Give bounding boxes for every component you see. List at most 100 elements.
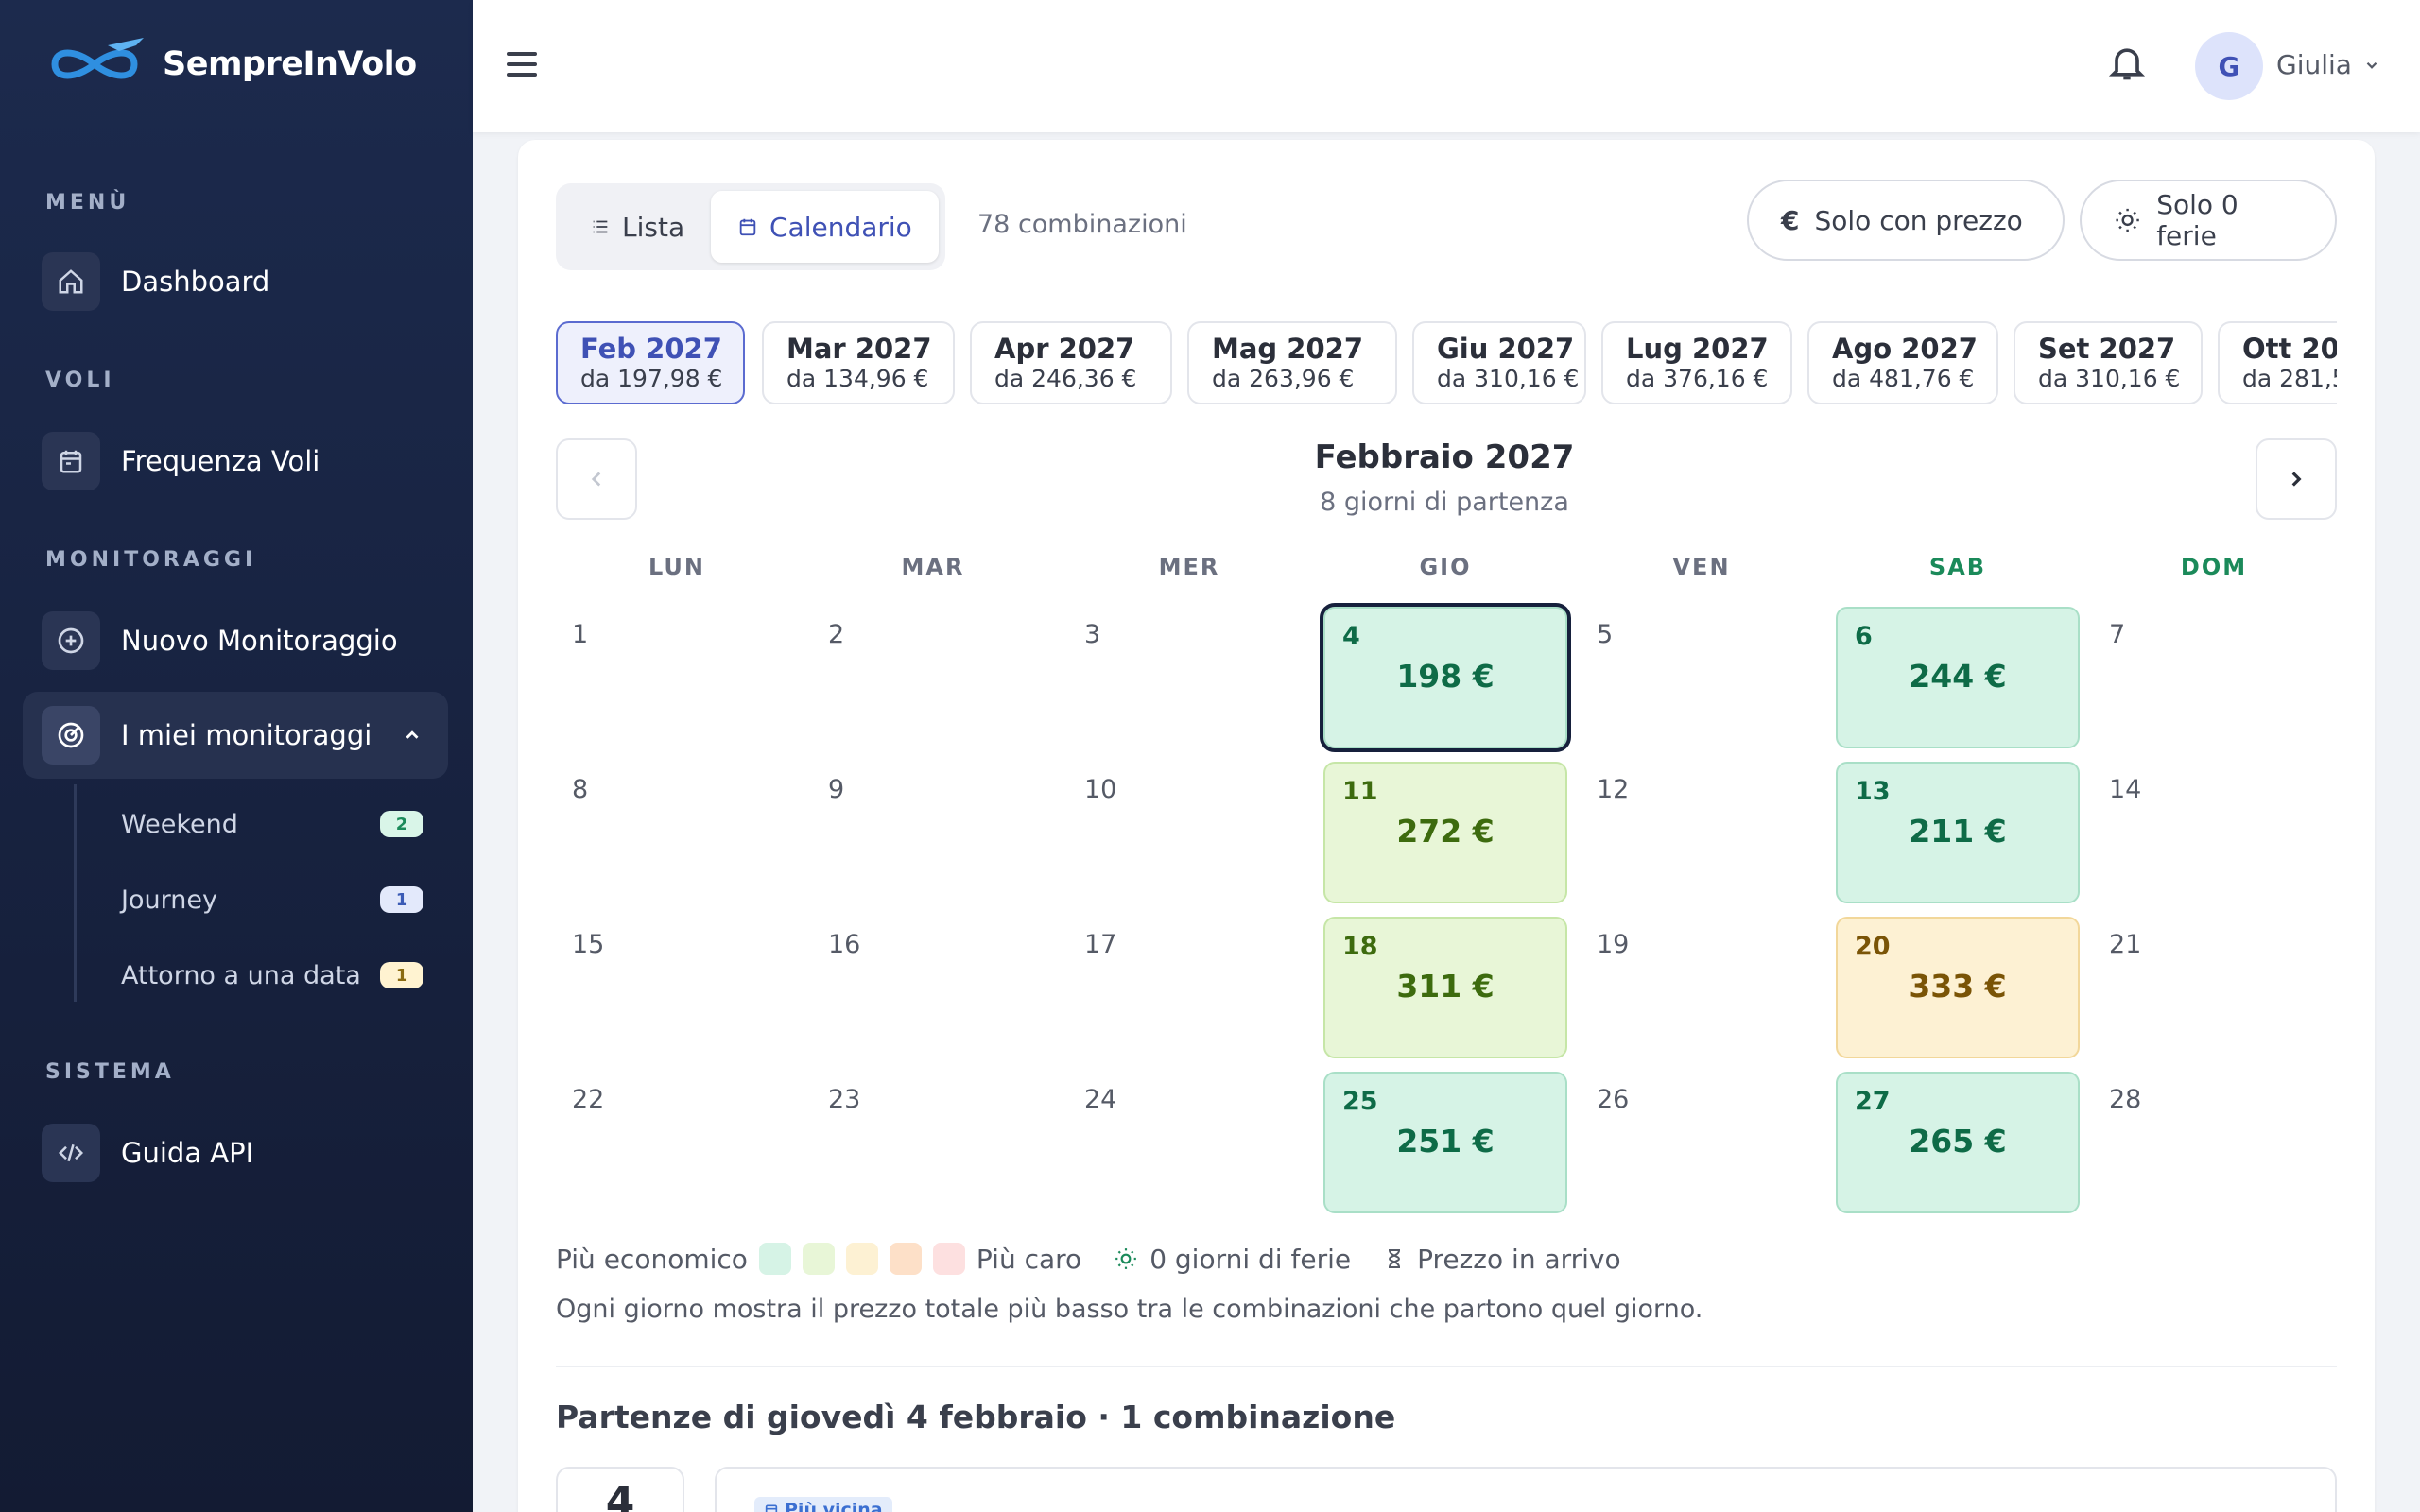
nearest-tag: Più vicina: [754, 1497, 892, 1512]
day-price: 211 €: [1909, 813, 2007, 850]
hamburger-menu-icon[interactable]: [505, 47, 539, 81]
section-label-sistema: SISTEMA: [45, 1060, 175, 1084]
legend-cheaper-label: Più economico: [556, 1243, 748, 1275]
avatar[interactable]: G: [2195, 32, 2263, 100]
legend-swatch: [889, 1243, 922, 1275]
filter-zero-leave-button[interactable]: Solo 0 ferie: [2080, 180, 2337, 261]
chevron-right-icon: [2291, 472, 2302, 487]
month-name: Apr 2027: [994, 333, 1135, 365]
bell-icon[interactable]: [2106, 42, 2148, 83]
month-name: Mag 2027: [1212, 333, 1363, 365]
day-number: 25: [1342, 1087, 1378, 1116]
day-number: 26: [1597, 1085, 1630, 1114]
sidebar-subitem-label: Journey: [121, 885, 217, 915]
departure-date-box: 4: [556, 1467, 684, 1512]
calendar-day-priced[interactable]: 11 272 €: [1323, 762, 1567, 903]
calendar-icon: [765, 1504, 778, 1512]
calendar-day-priced[interactable]: 4 198 €: [1320, 603, 1571, 752]
calendar-day: 15: [555, 917, 799, 1058]
month-tab[interactable]: Feb 2027 da 197,98 €: [556, 321, 745, 404]
view-list-label: Lista: [622, 211, 685, 243]
legend-swatch: [802, 1243, 835, 1275]
sidebar-item-label: Nuovo Monitoraggio: [121, 625, 398, 657]
day-number: 23: [828, 1085, 861, 1114]
legend-note: Ogni giorno mostra il prezzo totale più …: [556, 1295, 1703, 1324]
month-tab[interactable]: Mar 2027 da 134,96 €: [762, 321, 955, 404]
sidebar-item-miei-monitoraggi[interactable]: I miei monitoraggi: [23, 692, 448, 779]
legend-swatch: [932, 1243, 965, 1275]
nearest-tag-label: Più vicina: [785, 1500, 883, 1512]
next-month-button[interactable]: [2256, 438, 2337, 520]
departure-card[interactable]: Più vicina: [715, 1467, 2337, 1512]
month-tab[interactable]: Set 2027 da 310,16 €: [2014, 321, 2203, 404]
departures-title: Partenze di giovedì 4 febbraio · 1 combi…: [556, 1399, 1396, 1435]
section-label-menu: MENÙ: [45, 191, 130, 215]
prev-month-button[interactable]: [556, 438, 637, 520]
home-icon: [42, 252, 100, 311]
chevron-up-icon[interactable]: [399, 722, 425, 748]
month-tab[interactable]: Ott 2027da 281,56 €: [2218, 321, 2337, 404]
chevron-down-icon: [2366, 61, 2377, 69]
sun-icon: [2116, 208, 2139, 232]
combinations-count: 78 combinazioni: [977, 210, 1187, 239]
code-icon: [42, 1124, 100, 1182]
calendar-day-priced[interactable]: 20 333 €: [1836, 917, 2080, 1058]
calendar-subtitle: 8 giorni di partenza: [1320, 488, 1569, 517]
day-number: 20: [1855, 932, 1891, 961]
calendar-day-priced[interactable]: 27 265 €: [1836, 1072, 2080, 1213]
day-number: 3: [1084, 620, 1101, 649]
filter-price-only-label: Solo con prezzo: [1814, 204, 2023, 236]
month-tab[interactable]: Apr 2027 da 246,36 €: [970, 321, 1172, 404]
day-number: 22: [572, 1085, 605, 1114]
day-number: 8: [572, 775, 589, 804]
sidebar-item-dashboard[interactable]: Dashboard: [23, 238, 448, 325]
brand[interactable]: SempreInVolo: [38, 32, 417, 96]
sidebar-item-label: Dashboard: [121, 266, 270, 298]
day-number: 14: [2109, 775, 2142, 804]
user-menu[interactable]: Giulia: [2276, 49, 2380, 80]
month-name: Mar 2027: [786, 333, 932, 365]
day-number: 10: [1084, 775, 1117, 804]
view-list-button[interactable]: Lista: [563, 191, 711, 263]
calendar-day-priced[interactable]: 6 244 €: [1836, 607, 2080, 748]
list-icon: [593, 220, 608, 233]
section-label-monitoraggi: MONITORAGGI: [45, 548, 257, 572]
sidebar-subitem[interactable]: Weekend 2: [121, 796, 424, 852]
sidebar-subitem[interactable]: Attorno a una data 1: [121, 947, 424, 1004]
filter-price-only-button[interactable]: € Solo con prezzo: [1747, 180, 2065, 261]
day-number: 27: [1855, 1087, 1891, 1116]
calendar-icon: [42, 432, 100, 490]
month-price: da 246,36 €: [994, 365, 1137, 392]
month-name: Lug 2027: [1626, 333, 1769, 365]
calendar-title: Febbraio 2027: [1314, 438, 1575, 476]
brand-name: SempreInVolo: [163, 45, 417, 83]
view-calendar-button[interactable]: Calendario: [711, 191, 939, 263]
sidebar-item-nuovo-monitoraggio[interactable]: Nuovo Monitoraggio: [23, 597, 448, 684]
day-price: 251 €: [1396, 1123, 1495, 1160]
calendar-day-priced[interactable]: 13 211 €: [1836, 762, 2080, 903]
sidebar-item-frequenza[interactable]: Frequenza Voli: [23, 418, 448, 505]
calendar-day: 12: [1580, 762, 1824, 903]
sidebar-item-guida-api[interactable]: Guida API: [23, 1109, 448, 1196]
sidebar-subitem[interactable]: Journey 1: [121, 871, 424, 928]
day-number: 21: [2109, 930, 2142, 959]
month-name: Set 2027: [2038, 333, 2176, 365]
calendar-day: 8: [555, 762, 799, 903]
sidebar-item-label: Guida API: [121, 1137, 254, 1169]
month-tab[interactable]: Ago 2027 da 481,76 €: [1807, 321, 1998, 404]
month-tab[interactable]: Giu 2027 da 310,16 €: [1412, 321, 1586, 404]
legend-swatch: [758, 1243, 791, 1275]
month-name: Ott 2027: [2242, 333, 2337, 365]
calendar-day-priced[interactable]: 25 251 €: [1323, 1072, 1567, 1213]
hourglass-icon: [1389, 1249, 1401, 1268]
calendar-day: 28: [2092, 1072, 2336, 1213]
month-tab[interactable]: Mag 2027 da 263,96 €: [1187, 321, 1397, 404]
calendar-day: 22: [555, 1072, 799, 1213]
sidebar-subitem-label: Weekend: [121, 809, 238, 839]
legend-swatch: [845, 1243, 878, 1275]
calendar-day: 7: [2092, 607, 2336, 748]
month-tab[interactable]: Lug 2027 da 376,16 €: [1601, 321, 1792, 404]
calendar-day-priced[interactable]: 18 311 €: [1323, 917, 1567, 1058]
day-number: 12: [1597, 775, 1630, 804]
month-name: Giu 2027: [1437, 333, 1575, 365]
